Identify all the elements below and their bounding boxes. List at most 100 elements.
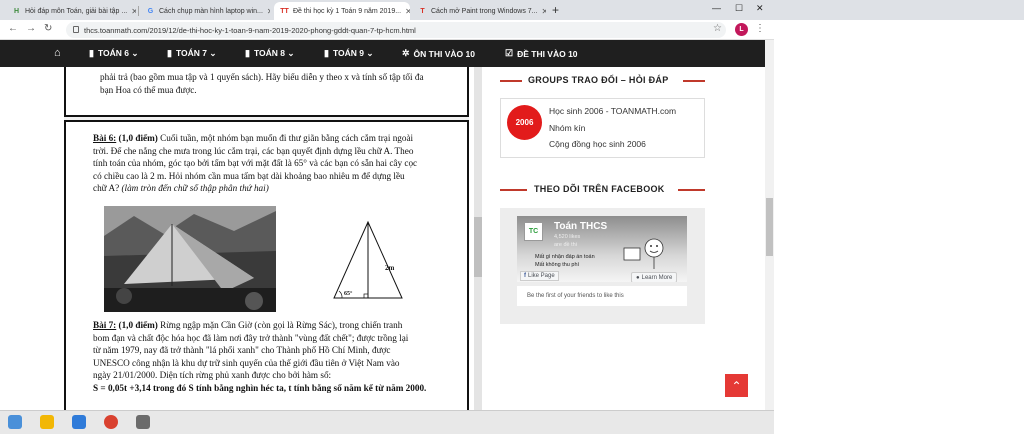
browser-tab-2[interactable]: G Cách chụp màn hình laptop win... ✕ xyxy=(140,2,270,20)
tab-title: Đề thi học kỳ 1 Toán 9 năm 2019... xyxy=(293,7,402,15)
spinner-icon: ✲ xyxy=(402,48,410,58)
doc-line: bom đạn và chất độc hóa học đã làm nơi đ… xyxy=(93,332,409,343)
nav-on-thi-vao-10[interactable]: ✲ ÔN THI VÀO 10 xyxy=(402,40,475,67)
facebook-page-cover[interactable]: TC Toán THCS 4,520 likes are đề thi Mất … xyxy=(517,216,687,282)
back-arrow-icon[interactable]: ← xyxy=(8,23,18,34)
nav-de-thi-vao-10[interactable]: ☑ ĐỀ THI VÀO 10 xyxy=(505,40,578,67)
nav-label: ÔN THI VÀO 10 xyxy=(413,48,475,59)
document-scroll-thumb[interactable] xyxy=(474,217,482,277)
tab-favicon-icon: G xyxy=(147,7,154,15)
doc-line: từ năm 1979, nay đã trở thành "lá phổi x… xyxy=(93,345,391,356)
tab-title: Cách mở Paint trong Windows 7... xyxy=(431,7,538,15)
reload-icon[interactable]: ↻ xyxy=(44,23,52,34)
doc-line: phải trả (bao gồm mua tập và 1 quyển sác… xyxy=(100,72,424,82)
book-icon: ▮ xyxy=(167,48,172,58)
facebook-widget: TC Toán THCS 4,520 likes are đề thi Mất … xyxy=(500,208,705,324)
home-icon[interactable]: ⌂ xyxy=(54,47,66,59)
facebook-likes-count: 4,520 likes xyxy=(554,234,581,240)
tab-favicon-icon: T xyxy=(420,7,425,15)
nav-toan-6[interactable]: ▮ TOÁN 6 ⌄ xyxy=(89,40,138,67)
doc-line: có chiều cao là 2 m. Hỏi nhóm cần mua tấ… xyxy=(93,170,405,181)
bai7-line: Bài 7: (1,0 điểm) Rừng ngập mặn Cần Giờ … xyxy=(93,319,448,332)
info-icon: ● xyxy=(636,274,640,281)
doc-line: tính toán của nhóm, góc tạo bởi tấm bạt … xyxy=(93,158,418,169)
bai6-label: Bài 6: xyxy=(93,133,117,143)
doc-line: chữ A? xyxy=(93,183,122,194)
app-icon[interactable] xyxy=(72,415,86,429)
doc-line: Rừng ngập mặn Cần Giờ (còn gọi là Rừng S… xyxy=(157,320,403,330)
browser-tab-4[interactable]: T Cách mở Paint trong Windows 7... ✕ xyxy=(412,2,546,20)
nav-label: TOÁN 9 ⌄ xyxy=(332,48,374,58)
facebook-learn-more-button[interactable]: ● Learn More xyxy=(631,272,678,282)
chrome-icon[interactable] xyxy=(104,415,118,429)
close-tab-icon[interactable]: ✕ xyxy=(127,7,136,16)
nav-toan-9[interactable]: ▮ TOÁN 9 ⌄ xyxy=(324,40,373,67)
nav-toan-7[interactable]: ▮ TOÁN 7 ⌄ xyxy=(167,40,216,67)
bai6-points: (1,0 điểm) xyxy=(116,133,158,143)
tent-photo xyxy=(104,206,276,312)
facebook-title: THEO DÕI TRÊN FACEBOOK xyxy=(534,184,665,194)
book-icon: ▮ xyxy=(324,48,329,58)
close-tab-icon[interactable]: ✕ xyxy=(538,7,546,16)
nav-label: ĐỀ THI VÀO 10 xyxy=(517,48,578,59)
facebook-page-logo: TC xyxy=(524,222,543,241)
group-card[interactable]: 2006 Học sinh 2006 - TOANMATH.com Nhóm k… xyxy=(500,98,705,158)
app-icon[interactable] xyxy=(136,415,150,429)
nav-toan-8[interactable]: ▮ TOÁN 8 ⌄ xyxy=(245,40,294,67)
page-scroll-thumb[interactable] xyxy=(766,198,773,256)
start-icon[interactable] xyxy=(8,415,22,429)
back-to-top-button[interactable]: ⌃ xyxy=(725,374,748,397)
facebook-page-name[interactable]: Toán THCS xyxy=(554,221,607,232)
diagram-height-label: 2m xyxy=(385,264,395,272)
browser-tab-bar: H Hỏi đáp môn Toán, giải bài tập ... ✕ G… xyxy=(0,0,1024,20)
doc-line: trời. Để che nắng che mưa trong lúc cắm … xyxy=(93,145,414,156)
facebook-share-text: are đề thi xyxy=(554,242,577,248)
book-icon: ▮ xyxy=(245,48,250,58)
facebook-like-page-button[interactable]: f Like Page xyxy=(520,271,559,281)
url-text: thcs.toanmath.com/2019/12/de-thi-hoc-ky-… xyxy=(84,25,416,35)
forward-arrow-icon[interactable]: → xyxy=(26,23,36,34)
cartoon-illustration xyxy=(623,238,664,269)
site-navigation: ⌂ ▮ TOÁN 6 ⌄ ▮ TOÁN 7 ⌄ ▮ TOÁN 8 ⌄ ▮ TOÁN 9 … xyxy=(0,40,765,67)
book-icon: ▮ xyxy=(89,48,94,58)
bai6-last-line: chữ A? (làm tròn đến chữ số thập phân th… xyxy=(93,182,448,195)
doc-line: S = 0,05t +3,14 trong đó S tính bằng ngh… xyxy=(93,382,427,393)
url-input[interactable]: thcs.toanmath.com/2019/12/de-thi-hoc-ky-… xyxy=(66,22,726,38)
new-tab-button[interactable]: + xyxy=(552,3,559,17)
title-rule xyxy=(500,189,527,191)
page-content: phải trả (bao gồm mua tập và 1 quyển sác… xyxy=(0,67,765,410)
group-type: Nhóm kín xyxy=(549,123,586,133)
facebook-cover-text: Mất gì nhận đáp án toán xyxy=(535,254,595,260)
tab-title: Cách chụp màn hình laptop win... xyxy=(159,7,263,15)
profile-avatar[interactable]: L xyxy=(735,23,748,36)
bai7-label: Bài 7: xyxy=(93,320,117,330)
explorer-icon[interactable] xyxy=(40,415,54,429)
group-name-link[interactable]: Học sinh 2006 - TOANMATH.com xyxy=(549,106,676,116)
bai7-points: (1,0 điểm) xyxy=(116,320,158,330)
bai6-note: (làm tròn đến chữ số thập phân thứ hai) xyxy=(121,183,269,194)
nav-label: TOÁN 6 ⌄ xyxy=(97,48,139,58)
facebook-like-label: Like Page xyxy=(528,273,555,279)
tab-favicon-icon: TT xyxy=(280,7,289,15)
nav-label: TOÁN 7 ⌄ xyxy=(175,48,217,58)
title-rule xyxy=(678,189,705,191)
facebook-f-icon: f xyxy=(524,273,526,279)
document-page-1: phải trả (bao gồm mua tập và 1 quyển sác… xyxy=(64,67,469,117)
lock-icon xyxy=(73,26,79,33)
window-close-button[interactable]: ✕ xyxy=(756,3,764,14)
minimize-button[interactable]: — xyxy=(712,3,721,13)
browser-tab-3-active[interactable]: TT Đề thi học kỳ 1 Toán 9 năm 2019... ✕ xyxy=(274,2,410,20)
document-page-2: Bài 6: (1,0 điểm) Cuối tuần, một nhóm bạ… xyxy=(64,120,469,410)
close-tab-icon[interactable]: ✕ xyxy=(401,7,410,16)
close-tab-icon[interactable]: ✕ xyxy=(263,7,270,16)
doc-line: Cuối tuần, một nhóm bạn muốn đi thư giãn… xyxy=(157,133,414,143)
diagram-angle-label: 65° xyxy=(344,291,353,297)
menu-kebab-icon[interactable]: ⋮ xyxy=(755,23,765,34)
bookmark-star-icon[interactable]: ☆ xyxy=(713,23,722,34)
maximize-button[interactable]: ☐ xyxy=(735,3,743,14)
browser-tab-1[interactable]: H Hỏi đáp môn Toán, giải bài tập ... ✕ xyxy=(6,2,136,20)
doc-line: ngày 21/01/2000. Diện tích rừng phủ xanh… xyxy=(93,370,332,381)
facebook-friends-text: Be the first of your friends to like thi… xyxy=(517,286,687,306)
tent-diagram xyxy=(333,220,403,299)
tab-favicon-icon: H xyxy=(13,7,20,15)
